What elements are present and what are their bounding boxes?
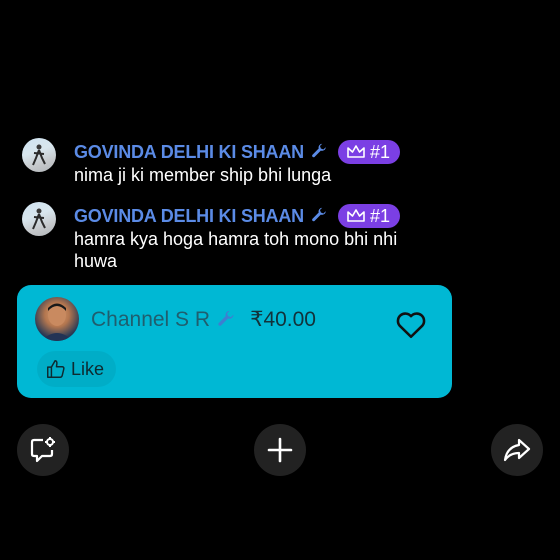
chat-settings-button[interactable] <box>17 424 69 476</box>
wrench-icon <box>218 310 234 326</box>
chat-message: GOVINDA DELHI KI SHAAN #1 hamra kya hoga… <box>22 202 542 274</box>
share-icon <box>503 438 531 462</box>
thumbs-up-icon <box>47 360 65 378</box>
super-chat-header: Channel S R ₹40.00 <box>91 307 316 332</box>
message-text: nima ji ki member ship bhi lunga <box>74 165 332 185</box>
plus-icon <box>267 437 293 463</box>
chat-settings-icon <box>30 437 55 463</box>
badge-rank: #1 <box>369 141 390 162</box>
avatar[interactable] <box>22 138 56 172</box>
wrench-icon <box>312 207 326 222</box>
author-name[interactable]: GOVINDA DELHI KI SHAAN <box>74 142 304 163</box>
avatar[interactable] <box>35 297 79 341</box>
message-text: hamra kya hoga hamra toh mono bhi nhi hu… <box>74 229 398 271</box>
add-button[interactable] <box>254 424 306 476</box>
like-label: Like <box>71 358 105 379</box>
crown-icon <box>347 209 365 222</box>
badge-rank: #1 <box>369 205 390 226</box>
member-badge: #1 <box>337 204 400 228</box>
super-chat-author[interactable]: Channel S R <box>91 308 210 332</box>
like-button[interactable]: Like <box>37 351 117 387</box>
wrench-icon <box>312 143 326 158</box>
super-chat-amount: ₹40.00 <box>250 308 316 331</box>
chat-message: GOVINDA DELHI KI SHAAN #1 nima ji ki mem… <box>22 138 542 188</box>
avatar[interactable] <box>22 202 56 236</box>
share-button[interactable] <box>491 424 543 476</box>
author-row: GOVINDA DELHI KI SHAAN #1 <box>74 204 400 228</box>
crown-icon <box>347 145 365 158</box>
author-row: GOVINDA DELHI KI SHAAN #1 <box>74 140 400 164</box>
super-chat-card[interactable]: Channel S R ₹40.00 Like <box>17 285 452 398</box>
member-badge: #1 <box>337 140 400 164</box>
heart-icon[interactable] <box>394 307 428 341</box>
author-name[interactable]: GOVINDA DELHI KI SHAAN <box>74 206 304 227</box>
